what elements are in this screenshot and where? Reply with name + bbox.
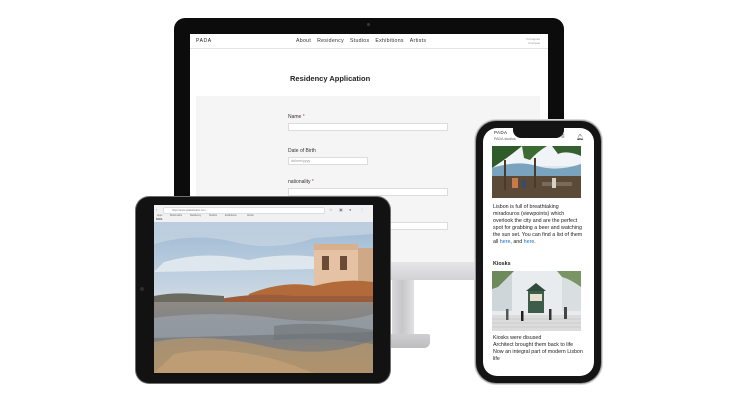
phone-site-subtitle: PADA studios — [494, 137, 516, 141]
nav-link-studios[interactable]: Studios — [350, 38, 369, 44]
phone-screen: PADA PADA studios ≡ 🔔︎ Lisbon is full of… — [483, 128, 594, 376]
kiosk-photo — [492, 271, 581, 331]
form-header: Residency Application — [196, 60, 540, 96]
language-switcher: Português Français — [526, 37, 540, 45]
bookmark-residency[interactable]: Residency — [190, 214, 201, 217]
url-text: https://www.padastudios.com — [172, 209, 206, 212]
kiosks-line-2: Architect brought them back to life — [493, 342, 574, 348]
form-title: Residency Application — [290, 74, 371, 83]
name-label: Name * — [288, 114, 305, 120]
imac-camera — [367, 23, 370, 26]
date-of-birth-placeholder: dd/mm/yyyy — [291, 159, 311, 163]
menu-icon[interactable]: ⋮ — [360, 207, 364, 212]
star-icon[interactable]: ☆ — [329, 207, 333, 212]
tablet-screen: ‹ https://www.padastudios.com ☆ ▣ ● ⋮ Ap… — [154, 205, 373, 373]
date-of-birth-label: Date of Birth — [288, 148, 316, 154]
nationality-label: nationality * — [288, 179, 314, 185]
kiosks-heading: Kiosks — [493, 261, 511, 267]
phone-site-logo[interactable]: PADA — [494, 130, 507, 135]
ipad-camera — [140, 287, 144, 291]
viewpoints-link-1[interactable]: here — [500, 239, 511, 245]
bookmark-bookmarks[interactable]: Bookmarks — [170, 214, 182, 217]
extensions-icon[interactable]: ▣ — [339, 207, 343, 212]
bookmark-artists[interactable]: Artists — [247, 214, 254, 217]
nationality-input[interactable] — [288, 188, 448, 196]
date-of-birth-input[interactable]: dd/mm/yyyy — [288, 157, 368, 165]
url-bar[interactable]: https://www.padastudios.com — [163, 207, 325, 214]
language-icon[interactable]: ≡ — [561, 134, 565, 140]
back-icon[interactable]: ‹ — [156, 207, 157, 212]
nav-link-about[interactable]: About — [296, 38, 311, 44]
nav-link-exhibitions[interactable]: Exhibitions — [375, 38, 403, 44]
language-link-fr[interactable]: Français — [526, 41, 540, 45]
phone-notch — [513, 128, 564, 138]
landscape-photo — [154, 222, 373, 373]
kiosks-line-1: Kiosks were disused — [493, 335, 542, 341]
site-navigation: PADA About Residency Studios Exhibitions… — [190, 34, 548, 49]
viewpoints-link-2[interactable]: here — [524, 239, 535, 245]
nav-link-residency[interactable]: Residency — [317, 38, 344, 44]
account-icon[interactable]: ● — [349, 207, 351, 212]
site-logo[interactable]: PADA — [196, 38, 212, 44]
browser-toolbar: ‹ https://www.padastudios.com ☆ ▣ ● ⋮ Ap… — [154, 205, 373, 223]
nav-link-artists[interactable]: Artists — [410, 38, 427, 44]
viewpoints-paragraph: Lisbon is full of breathtaking miradouro… — [493, 204, 583, 245]
viewpoint-photo — [492, 146, 581, 198]
imac-stand — [392, 280, 414, 338]
site-menu: About Residency Studios Exhibitions Arti… — [296, 38, 426, 44]
bookmark-exhibitions[interactable]: Exhibitions — [225, 214, 237, 217]
bell-icon[interactable]: 🔔︎ — [576, 134, 584, 141]
name-input[interactable] — [288, 123, 448, 131]
bookmark-studios[interactable]: Studios — [209, 214, 217, 217]
bookmark-apps[interactable]: Apps — [157, 214, 162, 217]
site-logo[interactable]: PADA — [156, 218, 162, 221]
kiosks-line-3: Now an integral part of modern Lisbon li… — [493, 349, 583, 362]
